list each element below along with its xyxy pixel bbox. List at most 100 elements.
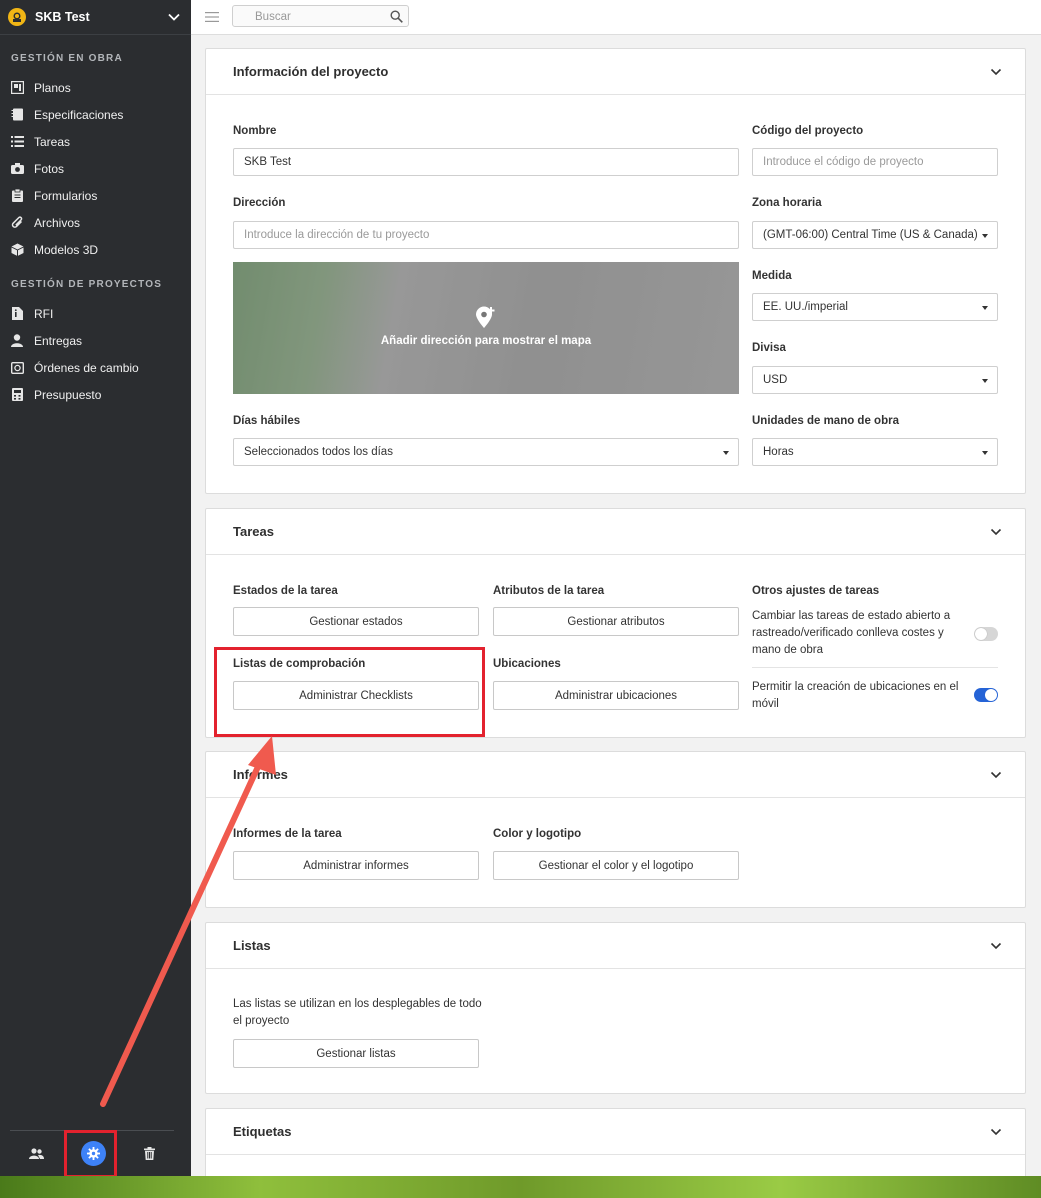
currency-value: USD (763, 374, 788, 386)
caret-down-icon (723, 451, 729, 455)
sidebar-item-label: RFI (34, 306, 54, 321)
address-label: Dirección (233, 197, 286, 209)
sidebar-item-submittals[interactable]: Entregas (0, 327, 191, 354)
project-switcher[interactable]: SKB Test (0, 0, 191, 35)
timezone-value: (GMT-06:00) Central Time (US & Canada) (763, 229, 978, 241)
caret-down-icon (982, 306, 988, 310)
sidebar-item-3d-models[interactable]: Modelos 3D (0, 236, 191, 263)
sidebar-item-rfi[interactable]: RFI (0, 300, 191, 327)
manage-color-logo-button[interactable]: Gestionar el color y el logotipo (493, 851, 739, 880)
chevron-down-icon[interactable] (990, 940, 1002, 952)
project-title: SKB Test (35, 10, 90, 24)
search-input[interactable]: Buscar (232, 5, 409, 27)
task-attributes-label: Atributos de la tarea (493, 585, 605, 597)
reports-header[interactable]: Informes (206, 752, 1025, 798)
sidebar-item-forms[interactable]: Formularios (0, 182, 191, 209)
trash-icon[interactable] (144, 1147, 156, 1160)
project-info-card: Información del proyecto Nombre SKB Test… (205, 48, 1026, 494)
manage-locations-button[interactable]: Administrar ubicaciones (493, 681, 739, 710)
sidebar-item-plans[interactable]: Planos (0, 74, 191, 101)
setting-cost-text: Cambiar las tareas de estado abierto a r… (752, 610, 951, 656)
code-label: Código del proyecto (752, 125, 864, 137)
sidebar-item-label: Modelos 3D (34, 242, 99, 257)
manage-lists-button[interactable]: Gestionar listas (233, 1039, 479, 1068)
sidebar-item-label: Planos (34, 80, 71, 95)
chevron-down-icon[interactable] (990, 66, 1002, 78)
measure-value: EE. UU./imperial (763, 301, 848, 313)
tasks-header[interactable]: Tareas (206, 509, 1025, 555)
measure-label: Medida (752, 270, 792, 282)
section-field-management: GESTIÓN EN OBRA (11, 53, 123, 64)
currency-label: Divisa (752, 342, 786, 354)
sidebar-item-label: Órdenes de cambio (34, 360, 139, 375)
project-code-field[interactable]: Introduce el código de proyecto (752, 148, 998, 176)
search-icon (390, 10, 403, 23)
chevron-down-icon[interactable] (167, 10, 181, 24)
name-field[interactable]: SKB Test (233, 148, 739, 176)
chevron-down-icon[interactable] (990, 1126, 1002, 1138)
workdays-label: Días hábiles (233, 415, 301, 427)
name-label: Nombre (233, 125, 277, 137)
task-reports-label: Informes de la tarea (233, 828, 342, 840)
card-title: Información del proyecto (233, 64, 389, 79)
address-field[interactable]: Introduce la dirección de tu proyecto (233, 221, 739, 249)
list-icon (10, 135, 24, 149)
labor-units-select[interactable]: Horas (752, 438, 998, 466)
currency-select[interactable]: USD (752, 366, 998, 394)
other-settings-label: Otros ajustes de tareas (752, 585, 880, 597)
hamburger-menu-icon[interactable] (205, 11, 219, 23)
desktop-background (0, 1176, 1041, 1198)
map-placeholder-text: Añadir dirección para mostrar el mapa (380, 335, 592, 347)
paperclip-icon (10, 216, 24, 230)
setting-mobile-locations-text: Permitir la creación de ubicaciones en e… (752, 681, 959, 710)
section-project-management: GESTIÓN DE PROYECTOS (11, 279, 163, 290)
labor-units-label: Unidades de mano de obra (752, 415, 899, 427)
tags-header[interactable]: Etiquetas (206, 1109, 1025, 1155)
card-title: Listas (233, 938, 271, 953)
manage-reports-button[interactable]: Administrar informes (233, 851, 479, 880)
map-preview[interactable]: Añadir dirección para mostrar el mapa (233, 262, 739, 394)
reports-card: Informes Informes de la tarea Administra… (205, 751, 1026, 908)
camera-icon (10, 162, 24, 176)
highlight-box-settings (64, 1130, 117, 1178)
rfi-icon (10, 307, 24, 321)
manage-states-button[interactable]: Gestionar estados (233, 607, 479, 636)
clipboard-icon (10, 189, 24, 203)
cost-toggle[interactable] (974, 627, 998, 641)
search-placeholder: Buscar (255, 11, 291, 23)
users-icon[interactable] (28, 1147, 44, 1160)
toggle-knob (975, 628, 987, 640)
chevron-down-icon[interactable] (990, 526, 1002, 538)
workdays-value: Seleccionados todos los días (244, 446, 393, 458)
mobile-locations-toggle[interactable] (974, 688, 998, 702)
specs-icon (10, 108, 24, 122)
sidebar-item-files[interactable]: Archivos (0, 209, 191, 236)
lists-card: Listas Las listas se utilizan en los des… (205, 922, 1026, 1094)
company-logo-icon (8, 8, 26, 26)
sidebar-item-label: Especificaciones (34, 107, 124, 122)
caret-down-icon (982, 379, 988, 383)
workdays-select[interactable]: Seleccionados todos los días (233, 438, 739, 466)
project-info-header[interactable]: Información del proyecto (206, 49, 1025, 95)
manage-attributes-button[interactable]: Gestionar atributos (493, 607, 739, 636)
highlight-box-checklists (214, 647, 485, 737)
sidebar-item-specs[interactable]: Especificaciones (0, 101, 191, 128)
sidebar-item-label: Presupuesto (34, 387, 102, 402)
calculator-icon (10, 388, 24, 402)
card-title: Informes (233, 767, 288, 782)
toggle-knob (985, 689, 997, 701)
sidebar-item-photos[interactable]: Fotos (0, 155, 191, 182)
plans-icon (10, 81, 24, 95)
lists-header[interactable]: Listas (206, 923, 1025, 969)
timezone-select[interactable]: (GMT-06:00) Central Time (US & Canada) (752, 221, 998, 249)
locations-label: Ubicaciones (493, 658, 561, 670)
sidebar-item-change-orders[interactable]: Órdenes de cambio (0, 354, 191, 381)
sidebar-item-tasks[interactable]: Tareas (0, 128, 191, 155)
sidebar-item-budget[interactable]: Presupuesto (0, 381, 191, 408)
divider (752, 667, 998, 668)
cube-icon (10, 243, 24, 257)
sidebar-item-label: Entregas (34, 333, 83, 348)
measure-select[interactable]: EE. UU./imperial (752, 293, 998, 321)
add-location-pin-icon (476, 306, 495, 328)
chevron-down-icon[interactable] (990, 769, 1002, 781)
